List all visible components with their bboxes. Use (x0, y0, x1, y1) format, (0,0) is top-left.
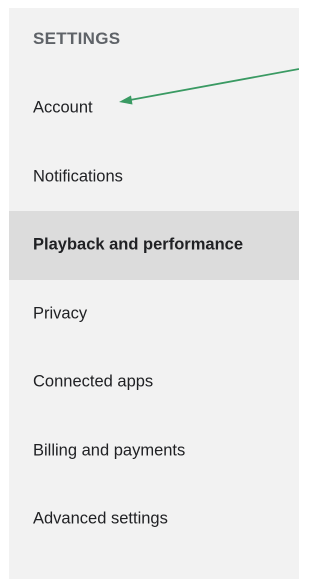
sidebar-item-label: Account (33, 98, 93, 117)
sidebar-item-billing-and-payments[interactable]: Billing and payments (9, 417, 299, 486)
sidebar-item-label: Connected apps (33, 372, 154, 391)
sidebar-item-connected-apps[interactable]: Connected apps (9, 348, 299, 417)
sidebar-item-advanced-settings[interactable]: Advanced settings (9, 485, 299, 554)
sidebar-item-account[interactable]: Account (9, 74, 299, 143)
app-frame: SETTINGS Account Notifications Playback … (0, 0, 299, 586)
sidebar-item-privacy[interactable]: Privacy (9, 280, 299, 349)
sidebar-item-label: Billing and payments (33, 441, 186, 460)
sidebar-item-playback-and-performance[interactable]: Playback and performance (9, 211, 299, 280)
sidebar-item-label: Notifications (33, 167, 123, 186)
sidebar-heading: SETTINGS (33, 29, 121, 48)
sidebar-item-notifications[interactable]: Notifications (9, 143, 299, 212)
settings-sidebar: SETTINGS Account Notifications Playback … (9, 8, 299, 579)
sidebar-item-label: Privacy (33, 304, 88, 323)
sidebar-item-label: Advanced settings (33, 509, 168, 528)
sidebar-item-label: Playback and performance (33, 235, 244, 254)
settings-menu: Account Notifications Playback and perfo… (9, 74, 299, 554)
